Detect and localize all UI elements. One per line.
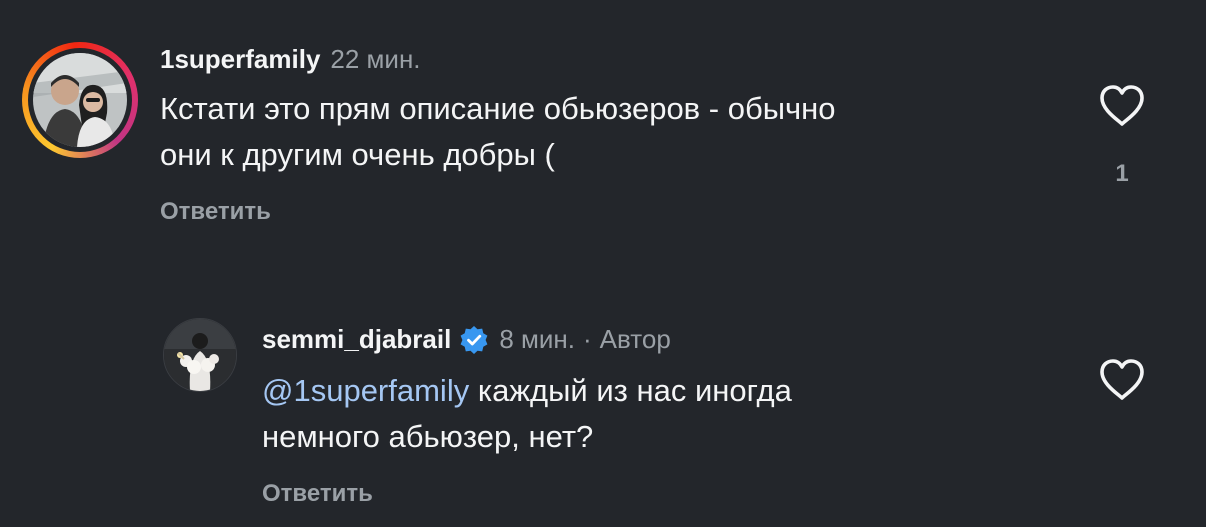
avatar[interactable] — [33, 53, 127, 147]
comment-text-line: немного абьюзер, нет? — [262, 419, 594, 454]
comment-text-line: @1superfamily каждый из нас иногда — [262, 368, 792, 414]
verified-badge-icon — [459, 325, 489, 355]
comment-header: 1superfamily 22 мин. — [160, 44, 421, 75]
heart-outline-icon — [1100, 85, 1144, 126]
avatar-photo-image — [33, 53, 127, 147]
timestamp: 22 мин. — [330, 44, 421, 74]
comment-text: Кстати это прям описание обьюзеров - обы… — [160, 86, 836, 178]
avatar[interactable] — [163, 318, 237, 392]
heart-outline-icon — [1100, 359, 1144, 400]
separator: · — [582, 324, 592, 354]
username[interactable]: 1superfamily — [160, 44, 320, 75]
reply-button[interactable]: Ответить — [160, 198, 271, 226]
username[interactable]: semmi_djabrail — [262, 324, 451, 355]
comment-text-line: Кстати это прям описание обьюзеров - обы… — [160, 91, 836, 126]
comments-thread: 1superfamily 22 мин. Кстати это прям опи… — [0, 0, 1206, 527]
reply-button[interactable]: Ответить — [262, 480, 373, 508]
like-button[interactable] — [1098, 84, 1146, 128]
avatar-photo-image — [164, 319, 236, 391]
mention-link[interactable]: @1superfamily — [262, 373, 469, 408]
like-count: 1 — [1115, 160, 1129, 187]
comment-header: semmi_djabrail 8 мин. · Автор — [262, 324, 671, 355]
comment-text-segment: каждый из нас иногда — [469, 373, 792, 408]
timestamp: 8 мин. — [499, 324, 575, 354]
comment-text-line: они к другим очень добры ( — [160, 137, 555, 172]
author-label: Автор — [599, 324, 671, 354]
like-button[interactable] — [1098, 358, 1146, 402]
comment-text: @1superfamily каждый из нас иногда немно… — [262, 368, 792, 460]
